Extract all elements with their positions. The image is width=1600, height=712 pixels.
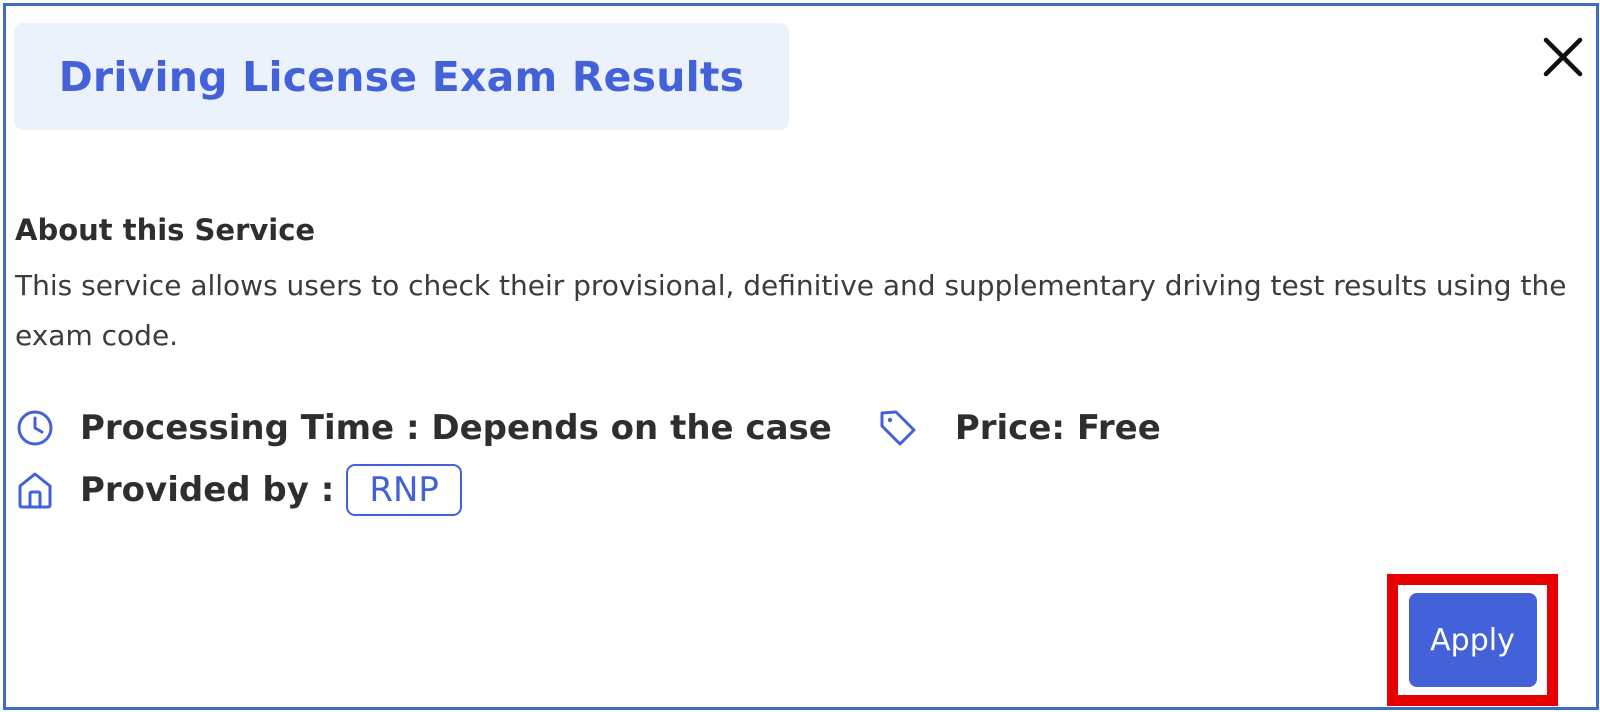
about-description: This service allows users to check their… [15,269,1567,352]
apply-highlight-box: Apply [1387,574,1558,706]
processing-price-row: Processing Time : Depends on the case Pr… [15,403,1161,453]
home-icon [15,470,55,510]
close-icon [1543,37,1583,77]
processing-time: Processing Time : Depends on the case [80,408,832,448]
about-heading: About this Service [15,213,316,247]
clock-icon [15,408,55,448]
provider-row: Provided by : RNP [15,462,462,518]
title-banner: Driving License Exam Results [14,23,789,130]
close-button[interactable] [1542,36,1584,78]
price-group: Price: Free [878,408,1161,448]
dialog-title: Driving License Exam Results [58,52,745,101]
service-dialog: Driving License Exam Results About this … [3,3,1599,710]
apply-button[interactable]: Apply [1408,593,1537,687]
provider-label: Provided by : [80,470,335,510]
price: Price: Free [954,408,1161,448]
tag-icon [878,408,918,448]
provider-tag[interactable]: RNP [346,464,462,516]
